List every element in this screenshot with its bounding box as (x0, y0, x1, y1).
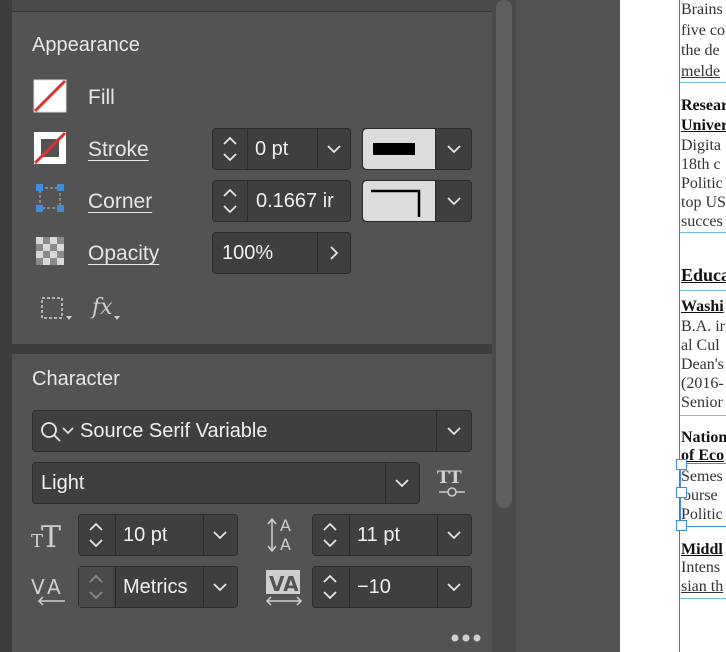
doc-line: al Cul (681, 337, 720, 354)
leading-icon: AA (266, 514, 302, 559)
panel-scrollbar-thumb[interactable] (496, 0, 512, 508)
pasteboard (516, 0, 620, 652)
font-size-icon: TT (30, 518, 70, 557)
corner-label[interactable]: Corner (88, 190, 152, 214)
doc-line: top US (681, 194, 726, 211)
doc-line: Intens (681, 559, 721, 576)
doc-line: (2016- (681, 375, 724, 392)
stroke-weight-stepper[interactable] (213, 129, 247, 169)
svg-text:fx: fx (90, 295, 113, 320)
corner-shape-dropdown[interactable] (362, 180, 472, 222)
svg-text:A: A (47, 575, 61, 599)
tracking-stepper[interactable] (313, 567, 347, 607)
page-margin-guide (679, 0, 680, 652)
font-size-value[interactable]: 10 pt (123, 515, 201, 555)
object-frame-options-icon[interactable] (40, 294, 74, 327)
svg-text:V: V (31, 575, 45, 599)
chevron-down-icon[interactable] (437, 567, 471, 607)
variable-font-icon[interactable]: TT (436, 466, 468, 503)
doc-line: Politic (681, 175, 723, 192)
kerning-field[interactable]: Metrics (78, 566, 238, 608)
stroke-type-preview (373, 143, 415, 155)
doc-line: Dean's (681, 356, 724, 373)
chevron-down-icon[interactable] (203, 515, 237, 555)
chevron-down-icon[interactable] (317, 129, 351, 169)
opacity-label[interactable]: Opacity (88, 242, 159, 266)
font-family-dropdown[interactable]: Source Serif Variable (32, 410, 472, 452)
kerning-value[interactable]: Metrics (123, 567, 201, 607)
svg-text:A: A (280, 535, 291, 554)
chevron-down-icon[interactable] (437, 411, 471, 451)
section-separator (12, 344, 492, 354)
tracking-field[interactable]: −10 (312, 566, 472, 608)
opacity-value[interactable]: 100% (222, 233, 316, 273)
doc-line: B.A. ir (681, 318, 725, 335)
doc-section-heading: Educa (681, 265, 726, 285)
corner-size-field[interactable]: 0.1667 ir (212, 180, 351, 222)
svg-text:T: T (41, 520, 61, 552)
doc-heading: Univer (681, 117, 726, 134)
stroke-none-icon[interactable] (33, 131, 67, 170)
doc-line: five co (681, 22, 725, 39)
selection-handle[interactable] (676, 487, 687, 498)
fill-none-icon[interactable] (33, 79, 67, 118)
opacity-field[interactable]: 100% (212, 232, 351, 274)
font-family-value[interactable]: Source Serif Variable (80, 411, 430, 451)
stroke-type-dropdown[interactable] (362, 128, 472, 170)
font-style-value[interactable]: Light (41, 463, 381, 503)
doc-heading: Resear (681, 97, 726, 114)
doc-line: 18th c (681, 156, 721, 173)
doc-line: the de (681, 42, 720, 59)
selection-handle[interactable] (676, 459, 687, 470)
tracking-value[interactable]: −10 (357, 567, 435, 607)
doc-line: succes (681, 213, 723, 230)
effects-fx-icon[interactable]: fx (90, 292, 124, 327)
doc-line: Senior (681, 394, 723, 411)
doc-heading: Washi (681, 298, 724, 315)
character-section-title: Character (32, 368, 120, 390)
svg-text:A: A (280, 516, 291, 535)
font-size-stepper[interactable] (79, 515, 113, 555)
doc-line: sian th (681, 578, 724, 595)
corner-options-icon[interactable] (35, 183, 65, 218)
doc-line: Digita (681, 137, 721, 154)
panel-top-strip (12, 0, 492, 12)
corner-shape-preview (371, 189, 421, 217)
font-style-dropdown[interactable]: Light (32, 462, 420, 504)
chevron-down-icon[interactable] (203, 567, 237, 607)
svg-text:VA: VA (269, 572, 299, 596)
stroke-weight-value[interactable]: 0 pt (255, 129, 315, 169)
kerning-icon: VA (30, 568, 70, 613)
leading-field[interactable]: 11 pt (312, 514, 472, 556)
leading-value[interactable]: 11 pt (357, 515, 435, 555)
more-options-icon[interactable] (450, 630, 482, 649)
search-icon[interactable] (39, 420, 77, 444)
doc-heading: Nation (681, 429, 726, 446)
chevron-down-icon[interactable] (437, 129, 471, 169)
corner-size-stepper[interactable] (213, 181, 247, 221)
appearance-section-title: Appearance (32, 34, 140, 56)
font-size-field[interactable]: 10 pt (78, 514, 238, 556)
chevron-right-icon[interactable] (317, 233, 351, 273)
tracking-icon: VA (264, 568, 304, 613)
corner-size-value[interactable]: 0.1667 ir (256, 181, 350, 221)
stroke-label[interactable]: Stroke (88, 138, 149, 162)
leading-stepper[interactable] (313, 515, 347, 555)
stroke-weight-field[interactable]: 0 pt (212, 128, 351, 170)
doc-line: Brains (681, 1, 723, 18)
chevron-down-icon[interactable] (437, 181, 471, 221)
document-page[interactable]: Brains five co the de melde Resear Unive… (620, 0, 726, 652)
svg-text:TT: TT (437, 468, 462, 488)
doc-line: melde (681, 63, 721, 80)
chevron-down-icon[interactable] (437, 515, 471, 555)
kerning-stepper[interactable] (79, 567, 113, 607)
fill-label: Fill (88, 86, 115, 109)
opacity-checker-icon[interactable] (36, 237, 64, 270)
chevron-down-icon[interactable] (385, 463, 419, 503)
selection-handle[interactable] (676, 520, 687, 531)
doc-heading: Middl (681, 541, 723, 558)
